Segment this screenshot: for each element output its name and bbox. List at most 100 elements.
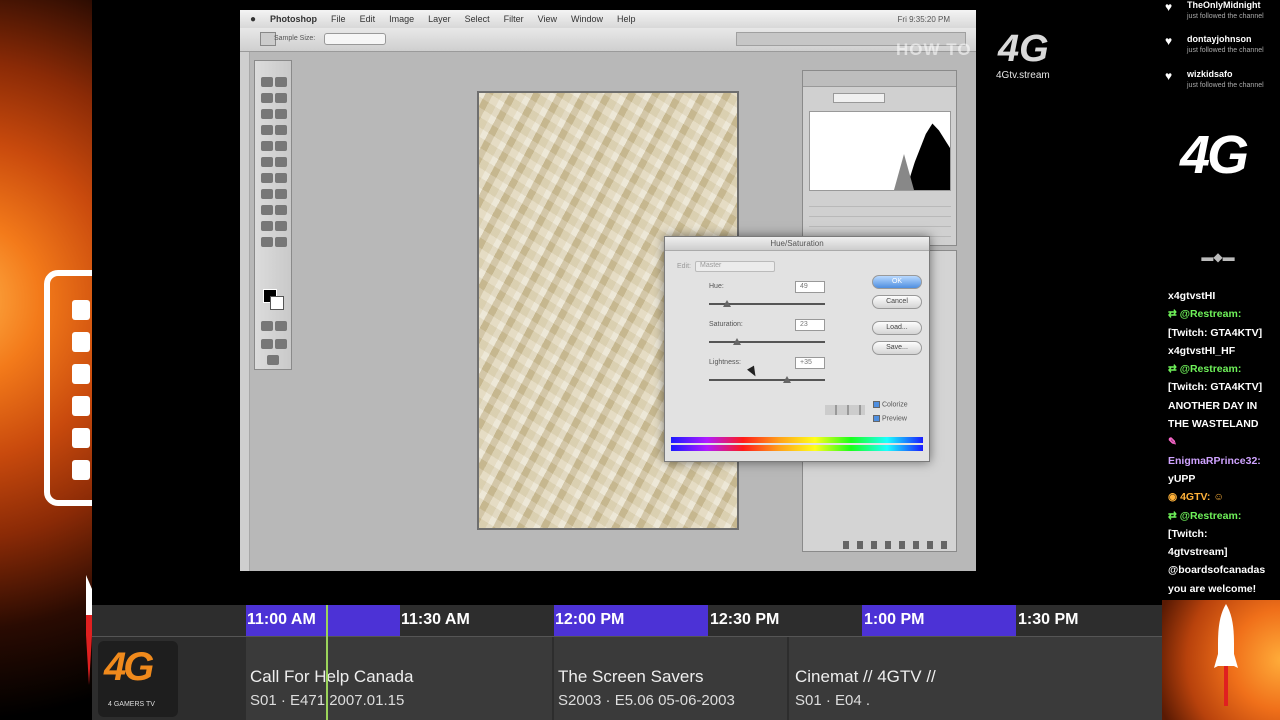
layers-bottom-icons [843,541,953,549]
magic-wand-tool-icon [275,93,287,103]
sample-size-label: Sample Size: [274,35,316,42]
menubar-clock: Fri 9:35:20 PM [897,14,950,24]
hue-spectrum-bar [671,445,923,451]
chat-line: ⇄ @Restream: [1168,308,1242,321]
chat-line: you are welcome! [1168,582,1257,595]
hue-value: 49 [795,281,825,293]
rocket-icon [1214,604,1238,706]
film-hole [72,364,90,384]
histogram-graph [809,111,951,191]
shape-tool-icon [275,205,287,215]
show-title: Cinemat // 4GTV // [795,667,936,686]
mac-menubar: ● Photoshop File Edit Image Layer Select… [240,10,976,28]
follow-note: just followed the channel [1187,82,1264,89]
time-label: 11:30 AM [401,611,470,628]
saturation-track [709,341,825,343]
lightness-value: +35 [795,357,825,369]
hue-saturation-dialog: Hue/Saturation Edit: Master Hue: 49 Satu… [664,236,930,462]
show-title: The Screen Savers [558,667,704,686]
colorize-checkbox: Colorize [873,401,908,408]
screen-mode-icon [275,339,287,349]
follow-alert: ♥ dontayjohnson just followed the channe… [1162,34,1280,68]
preview-label: Preview [882,415,907,423]
follow-alert: ♥ TheOnlyMidnight just followed the chan… [1162,0,1280,34]
chat-sidebar: ♥ TheOnlyMidnight just followed the chan… [1162,0,1280,720]
follow-note: just followed the channel [1187,47,1264,54]
menu-item: Filter [503,14,524,24]
dodge-tool-icon [275,173,287,183]
type-tool-icon [275,189,287,199]
menu-item: Select [464,14,490,24]
video-player[interactable]: ● Photoshop File Edit Image Layer Select… [92,0,1162,605]
chat-line: yUPP [1168,472,1196,485]
follower-name: dontayjohnson [1187,34,1252,44]
load-button: Load... [872,321,922,335]
network-logo-mark: 4G [104,645,154,689]
pen-tool-icon [261,205,273,215]
film-hole [72,428,90,448]
lightness-slider: Lightness: +35 [709,357,825,393]
colorize-label: Colorize [882,401,908,409]
lightness-track [709,379,825,381]
hue-label: Hue: [709,283,724,290]
histogram-palette [802,70,957,246]
photoshop-screen: ● Photoshop File Edit Image Layer Select… [240,10,976,571]
jump-to-imageready-icon [267,355,279,365]
film-hole [72,396,90,416]
slice-tool-icon [275,109,287,119]
toolbox-palette [254,60,292,370]
hand-tool-icon [261,237,273,247]
menu-item: Layer [428,14,451,24]
eyedropper-buttons [825,405,865,415]
eraser-tool-icon [261,157,273,167]
sample-size-field [324,33,386,45]
follow-note: just followed the channel [1187,13,1264,20]
chat-log: x4gtvstHI ⇄ @Restream: [Twitch: GTA4KTV]… [1168,287,1280,598]
left-decor-panel [0,0,92,720]
current-time-indicator [326,605,328,720]
film-hole [72,300,90,320]
hue-slider: Hue: 49 [709,281,825,317]
menu-item: Edit [359,14,376,24]
menu-item: Window [570,14,603,24]
zoom-tool-icon [275,237,287,247]
show-episode: S2003 · E5.06 05-06-2003 [558,692,735,709]
watermark-logo: 4G [998,28,1049,70]
watermark-url: 4Gtv.stream [996,70,1050,81]
chat-line: ⇄ @Restream: [1168,363,1242,376]
healing-tool-icon [261,125,273,135]
chat-line: x4gtvstHI [1168,290,1216,302]
chat-line: [Twitch: [1168,527,1208,540]
options-bar: Sample Size: [240,28,976,52]
histogram-peak [894,154,914,190]
cancel-button: Cancel [872,295,922,309]
ok-button: OK [872,275,922,289]
chat-line: 4gtvstream] [1168,546,1228,559]
stream-overlay: ● Photoshop File Edit Image Layer Select… [0,0,1280,720]
chat-line: [Twitch: GTA4KTV] [1168,326,1263,339]
quickmask-icon [261,321,273,331]
menu-item: Image [389,14,415,24]
chat-line: ✎ [1168,436,1177,449]
channel-watermark: HOW TO 4G 4Gtv.stream [896,24,1066,84]
chat-line: ◉ 4GTV: ☺ [1168,491,1225,504]
time-label: 1:30 PM [1018,611,1079,628]
menu-item: View [537,14,557,24]
saturation-label: Saturation: [709,321,743,328]
lightness-thumb [783,376,791,383]
time-label: 1:00 PM [864,611,925,628]
lasso-tool-icon [261,93,273,103]
saturation-slider: Saturation: 23 [709,319,825,355]
colorize-check-icon [873,401,880,408]
film-hole [72,460,90,480]
history-brush-tool-icon [275,141,287,151]
show-title: Call For Help Canada [250,667,414,686]
show-episode: S01 · E04 . [795,692,871,709]
chat-line: [Twitch: GTA4KTV] [1168,381,1263,394]
brush-tool-icon [275,125,287,135]
time-label: 12:30 PM [710,611,780,628]
watermark-text: HOW TO [896,40,972,59]
path-tool-icon [261,189,273,199]
preview-checkbox: Preview [873,415,907,422]
apple-icon: ● [250,13,257,25]
